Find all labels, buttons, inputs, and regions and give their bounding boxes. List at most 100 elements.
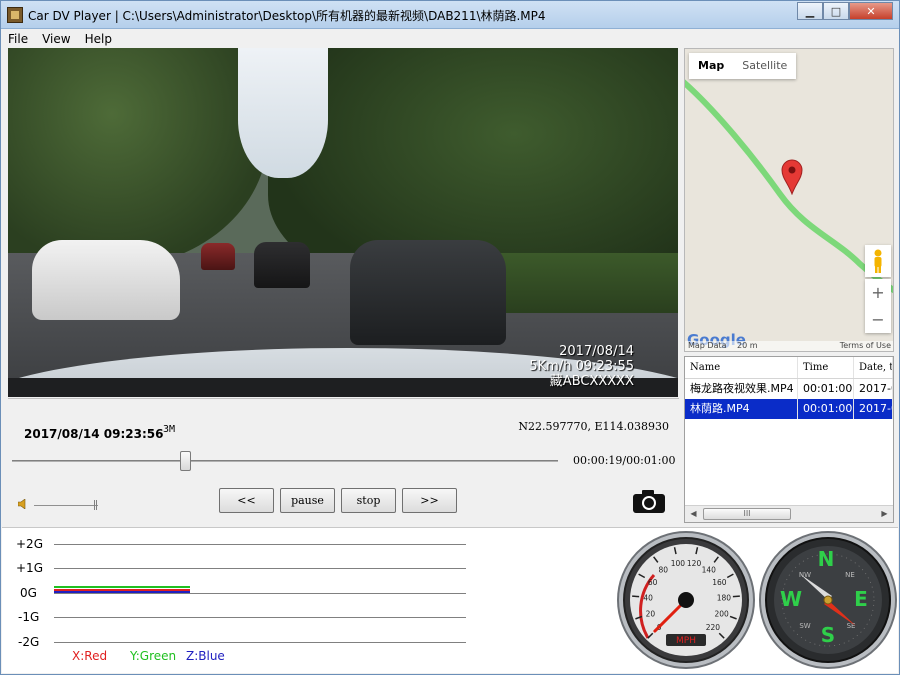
video-hedge (478, 253, 678, 313)
snapshot-camera-icon[interactable] (632, 488, 666, 514)
map-panel[interactable]: Map Satellite + − Google Map Data 20 m T… (684, 48, 894, 352)
map-scale-label: 20 m (737, 341, 758, 350)
volume-slider[interactable] (34, 505, 98, 506)
column-name[interactable]: Name (685, 357, 798, 378)
pause-button[interactable]: pause (280, 488, 335, 513)
file-name: 林荫路.MP4 (685, 399, 798, 419)
stop-button[interactable]: stop (341, 488, 396, 513)
speed-tick-label: 60 (648, 578, 658, 587)
axis-x-label: X:Red (72, 649, 108, 663)
file-date: 2017-0 (854, 399, 893, 419)
close-button[interactable]: ✕ (849, 2, 893, 20)
current-datetime: 2017/08/14 09:23:56 (24, 427, 164, 441)
resolution-label: 3M (163, 424, 176, 435)
axis-y-label: Y:Green (130, 649, 177, 663)
map-type-tabs: Map Satellite (689, 53, 797, 79)
g-sensor-traces (54, 586, 190, 593)
osd-plate: 藏ABCXXXXX (549, 374, 634, 389)
map-data-label: Map Data (688, 341, 727, 350)
volume-icon[interactable] (18, 499, 28, 509)
video-car-middle (254, 242, 310, 288)
speed-tick-label: 100 (671, 559, 686, 568)
speedometer-gauge: 020406080100120140160180200220 MPH (617, 531, 755, 669)
video-osd: 2017/08/14 5Km/h 09:23:55 藏ABCXXXXX (529, 344, 634, 389)
app-icon (7, 7, 23, 23)
g-label-plus1: +1G (16, 561, 43, 575)
playback-panel: 2017/08/14 09:23:56 3M N22.597770, E114.… (8, 398, 679, 522)
speed-tick-label: 200 (714, 609, 729, 618)
column-date[interactable]: Date, t (854, 357, 893, 378)
speed-tick-label: 40 (643, 593, 653, 602)
speed-unit-label: MPH (676, 636, 696, 646)
g-label-plus2: +2G (16, 537, 43, 551)
file-list[interactable]: Name Time Date, t 梅龙路夜视效果.MP4 00:01:00 2… (684, 356, 894, 523)
map-route (685, 79, 893, 294)
window-title: Car DV Player | C:\Users\Administrator\D… (28, 9, 546, 23)
file-row[interactable]: 梅龙路夜视效果.MP4 00:01:00 2017-0 (685, 379, 893, 399)
video-trees-left (8, 48, 268, 268)
tab-map[interactable]: Map (689, 53, 733, 79)
menu-bar: File View Help (1, 29, 899, 48)
street-view-pegman-icon[interactable] (865, 245, 891, 277)
map-marker-icon[interactable] (781, 159, 803, 195)
scroll-right-arrow-icon[interactable]: ▶ (877, 508, 892, 520)
scroll-left-arrow-icon[interactable]: ◀ (686, 508, 701, 520)
map-terms-link[interactable]: Terms of Use (840, 341, 891, 350)
compass-e-label: E (854, 587, 868, 611)
file-row-selected[interactable]: 林荫路.MP4 00:01:00 2017-0 (685, 399, 893, 419)
seek-thumb[interactable] (179, 451, 191, 471)
file-time: 00:01:00 (798, 379, 854, 399)
scrollbar-thumb[interactable]: III (703, 508, 791, 520)
video-frame[interactable]: 2017/08/14 5Km/h 09:23:55 藏ABCXXXXX (8, 48, 678, 397)
menu-view[interactable]: View (35, 32, 77, 46)
maximize-button[interactable]: □ (823, 2, 849, 20)
column-time[interactable]: Time (798, 357, 854, 378)
horizontal-scrollbar[interactable]: ◀ III ▶ (685, 505, 893, 522)
seek-bar[interactable] (12, 460, 558, 462)
compass-ne-label: NE (845, 571, 855, 579)
compass-gauge: N E S W NE SE SW NW (759, 531, 897, 669)
pegman-icon (874, 249, 882, 273)
osd-date: 2017/08/14 (559, 344, 634, 359)
zoom-out-button[interactable]: − (865, 306, 891, 333)
minimize-button[interactable]: ▁ (797, 2, 823, 20)
map-zoom-controls: + − (865, 279, 891, 333)
file-time: 00:01:00 (798, 399, 854, 419)
volume-thumb[interactable] (94, 500, 97, 510)
next-button[interactable]: >> (402, 488, 457, 513)
app-window: Car DV Player | C:\Users\Administrator\D… (0, 0, 900, 675)
speed-tick-label: 80 (658, 566, 668, 575)
window-controls: ▁ □ ✕ (797, 2, 893, 20)
zoom-in-button[interactable]: + (865, 279, 891, 306)
video-car-dark (350, 240, 506, 345)
menu-file[interactable]: File (1, 32, 35, 46)
speed-tick-label: 160 (712, 578, 727, 587)
menu-help[interactable]: Help (78, 32, 119, 46)
tab-satellite[interactable]: Satellite (733, 53, 796, 79)
speed-tick-label: 20 (646, 609, 656, 618)
g-label-minus1: -1G (18, 610, 40, 624)
g-label-zero: 0G (20, 586, 37, 600)
previous-button[interactable]: << (219, 488, 274, 513)
speed-tick-label: 140 (702, 566, 717, 575)
speed-tick-label: 180 (717, 593, 732, 602)
video-sky-gap (238, 48, 328, 178)
title-bar[interactable]: Car DV Player | C:\Users\Administrator\D… (1, 1, 899, 29)
file-date: 2017-0 (854, 379, 893, 399)
g-gridline (54, 642, 466, 643)
compass-n-label: N (818, 547, 835, 571)
compass-sw-label: SW (799, 622, 810, 630)
g-gridline (54, 617, 466, 618)
axis-z-label: Z:Blue (186, 649, 225, 663)
speed-tick-label: 220 (706, 623, 721, 632)
map-footer: Map Data 20 m Terms of Use (685, 341, 893, 351)
file-name: 梅龙路夜视效果.MP4 (685, 379, 798, 399)
g-sensor-panel: +2G +1G 0G -1G -2G X:Red Y:Green Z:Blue … (2, 527, 898, 673)
g-gridline (54, 568, 466, 569)
video-car-white (32, 240, 180, 320)
playback-time: 00:00:19/00:01:00 (573, 454, 676, 467)
compass-se-label: SE (847, 622, 856, 630)
speed-tick-label: 120 (687, 559, 702, 568)
compass-s-label: S (821, 623, 835, 647)
gps-coordinates: N22.597770, E114.038930 (518, 420, 669, 433)
